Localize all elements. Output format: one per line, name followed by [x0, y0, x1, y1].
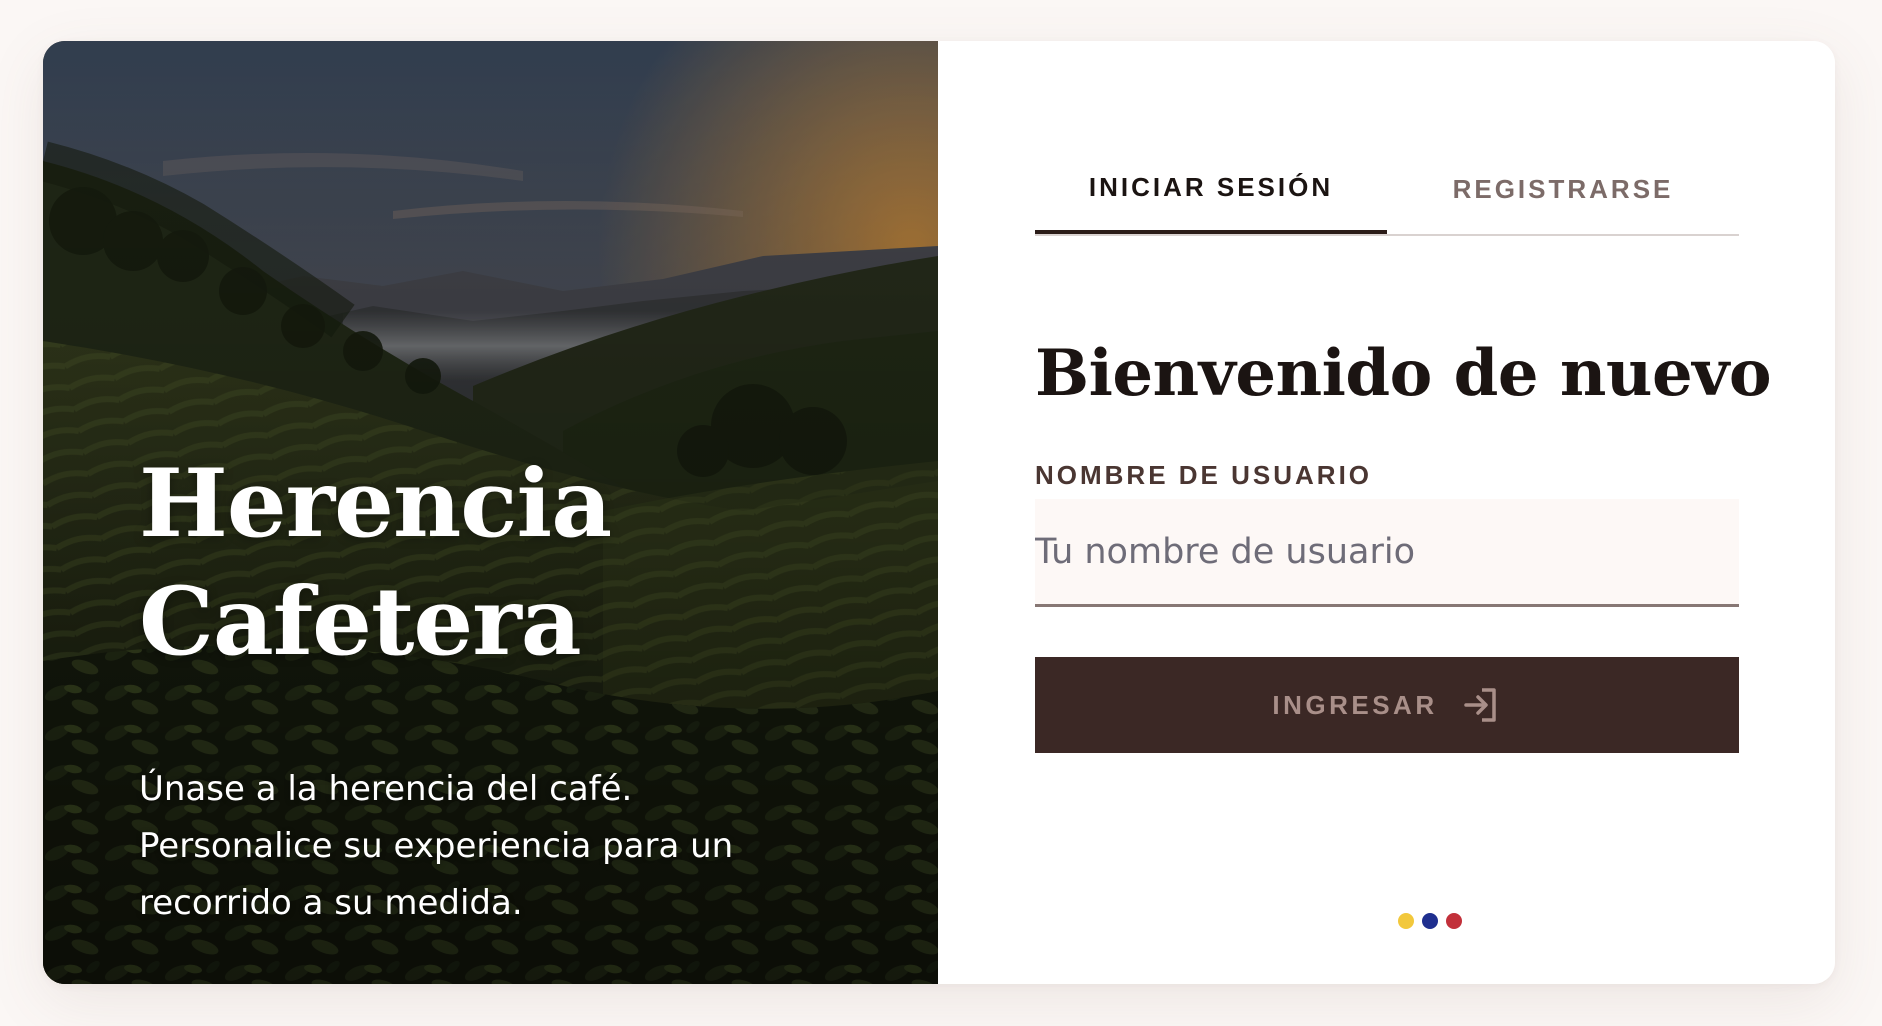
- dot-red: [1446, 913, 1462, 929]
- login-arrow-icon: [1463, 688, 1496, 722]
- hero-panel: Herencia Cafetera Únase a la herencia de…: [43, 41, 938, 984]
- brand-title-line-1: Herencia: [139, 449, 612, 559]
- brand-title: Herencia Cafetera: [139, 445, 612, 681]
- auth-tabs: INICIAR SESIÓN REGISTRARSE: [1035, 149, 1739, 236]
- dot-yellow: [1398, 913, 1414, 929]
- username-field-container: [1035, 499, 1739, 607]
- login-card: Herencia Cafetera Únase a la herencia de…: [43, 41, 1835, 984]
- tab-register[interactable]: REGISTRARSE: [1387, 149, 1739, 234]
- login-button[interactable]: INGRESAR: [1035, 657, 1739, 753]
- brand-title-line-2: Cafetera: [139, 567, 582, 677]
- flag-color-dots: [1398, 913, 1462, 929]
- dot-blue: [1422, 913, 1438, 929]
- hero-description: Únase a la herencia del café. Personalic…: [139, 769, 734, 923]
- login-button-label: INGRESAR: [1272, 689, 1438, 720]
- username-input[interactable]: [1035, 499, 1739, 604]
- username-label: NOMBRE DE USUARIO: [1035, 460, 1373, 490]
- welcome-heading: Bienvenido de nuevo: [1035, 336, 1772, 411]
- login-panel: INICIAR SESIÓN REGISTRARSE Bienvenido de…: [938, 41, 1835, 984]
- tab-login[interactable]: INICIAR SESIÓN: [1035, 149, 1387, 234]
